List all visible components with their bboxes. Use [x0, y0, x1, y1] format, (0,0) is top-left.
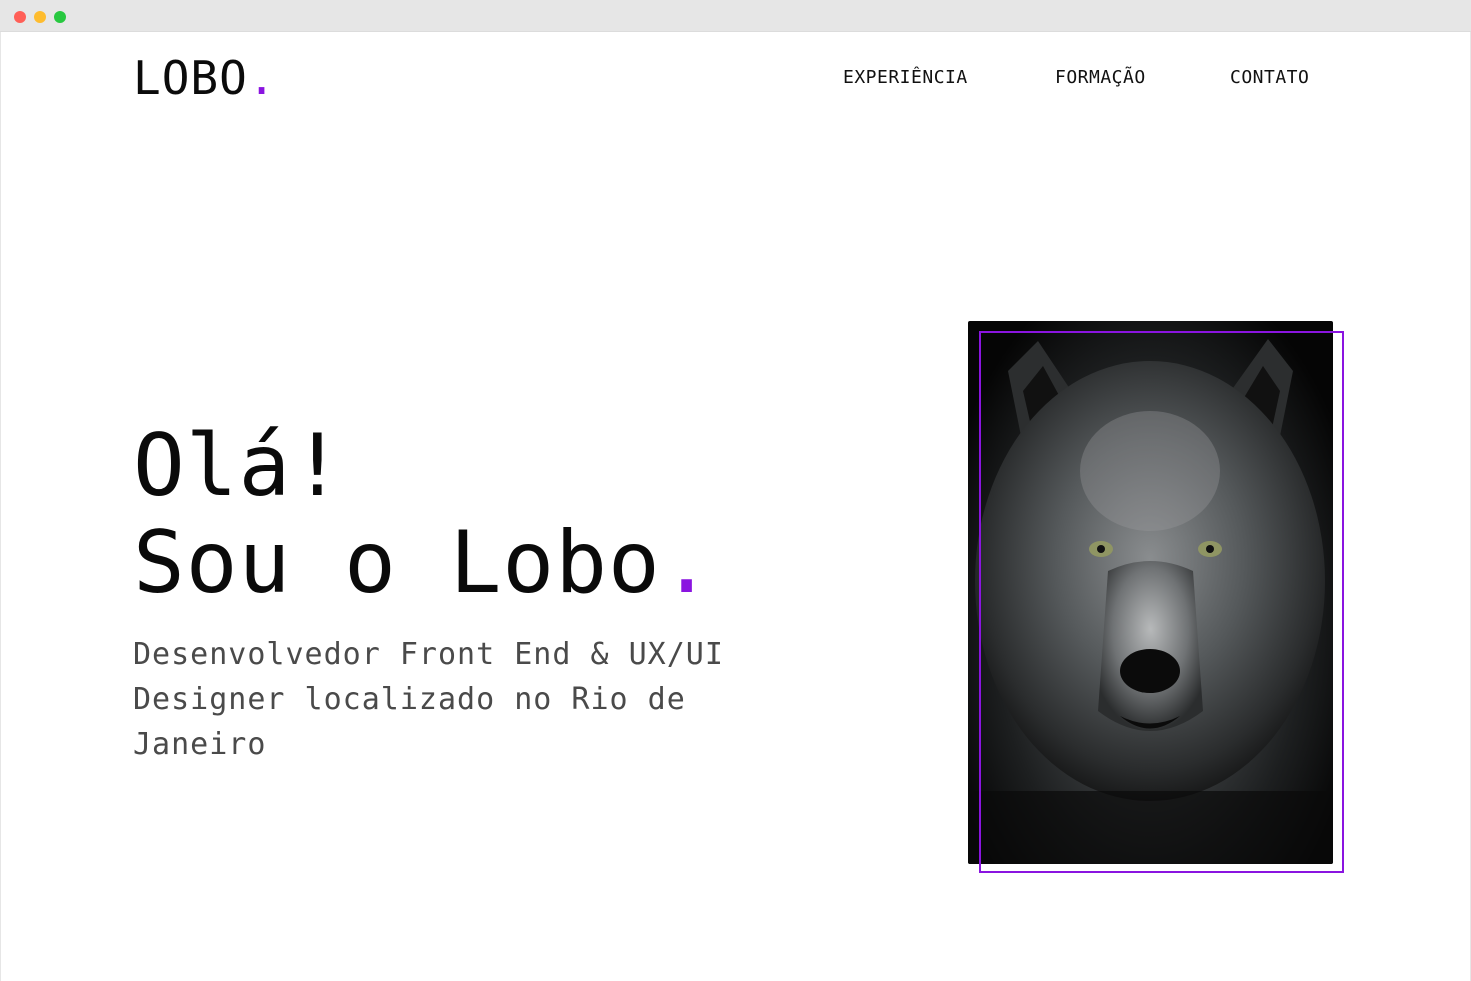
hero-section: Olá! Sou o Lobo. Desenvolvedor Front End… — [133, 418, 833, 767]
photo-accent-frame — [979, 331, 1344, 873]
hero-greeting: Olá! — [133, 416, 345, 516]
hero-accent-dot: . — [660, 513, 714, 613]
maximize-window-button[interactable] — [54, 11, 66, 23]
browser-chrome — [0, 0, 1471, 32]
hero-description: Desenvolvedor Front End & UX/UI Designer… — [133, 637, 724, 762]
nav-link-formacao[interactable]: FORMAÇÃO — [1055, 64, 1146, 92]
hero-intro: Sou o Lobo — [133, 513, 661, 613]
nav-link-experiencia[interactable]: EXPERIÊNCIA — [843, 64, 968, 92]
minimize-window-button[interactable] — [34, 11, 46, 23]
close-window-button[interactable] — [14, 11, 26, 23]
hero-heading: Olá! Sou o Lobo. — [133, 418, 833, 612]
main-nav: EXPERIÊNCIA FORMAÇÃO CONTATO — [0, 64, 1471, 92]
nav-link-contato[interactable]: CONTATO — [1230, 64, 1309, 92]
frame-edge — [0, 32, 1, 981]
